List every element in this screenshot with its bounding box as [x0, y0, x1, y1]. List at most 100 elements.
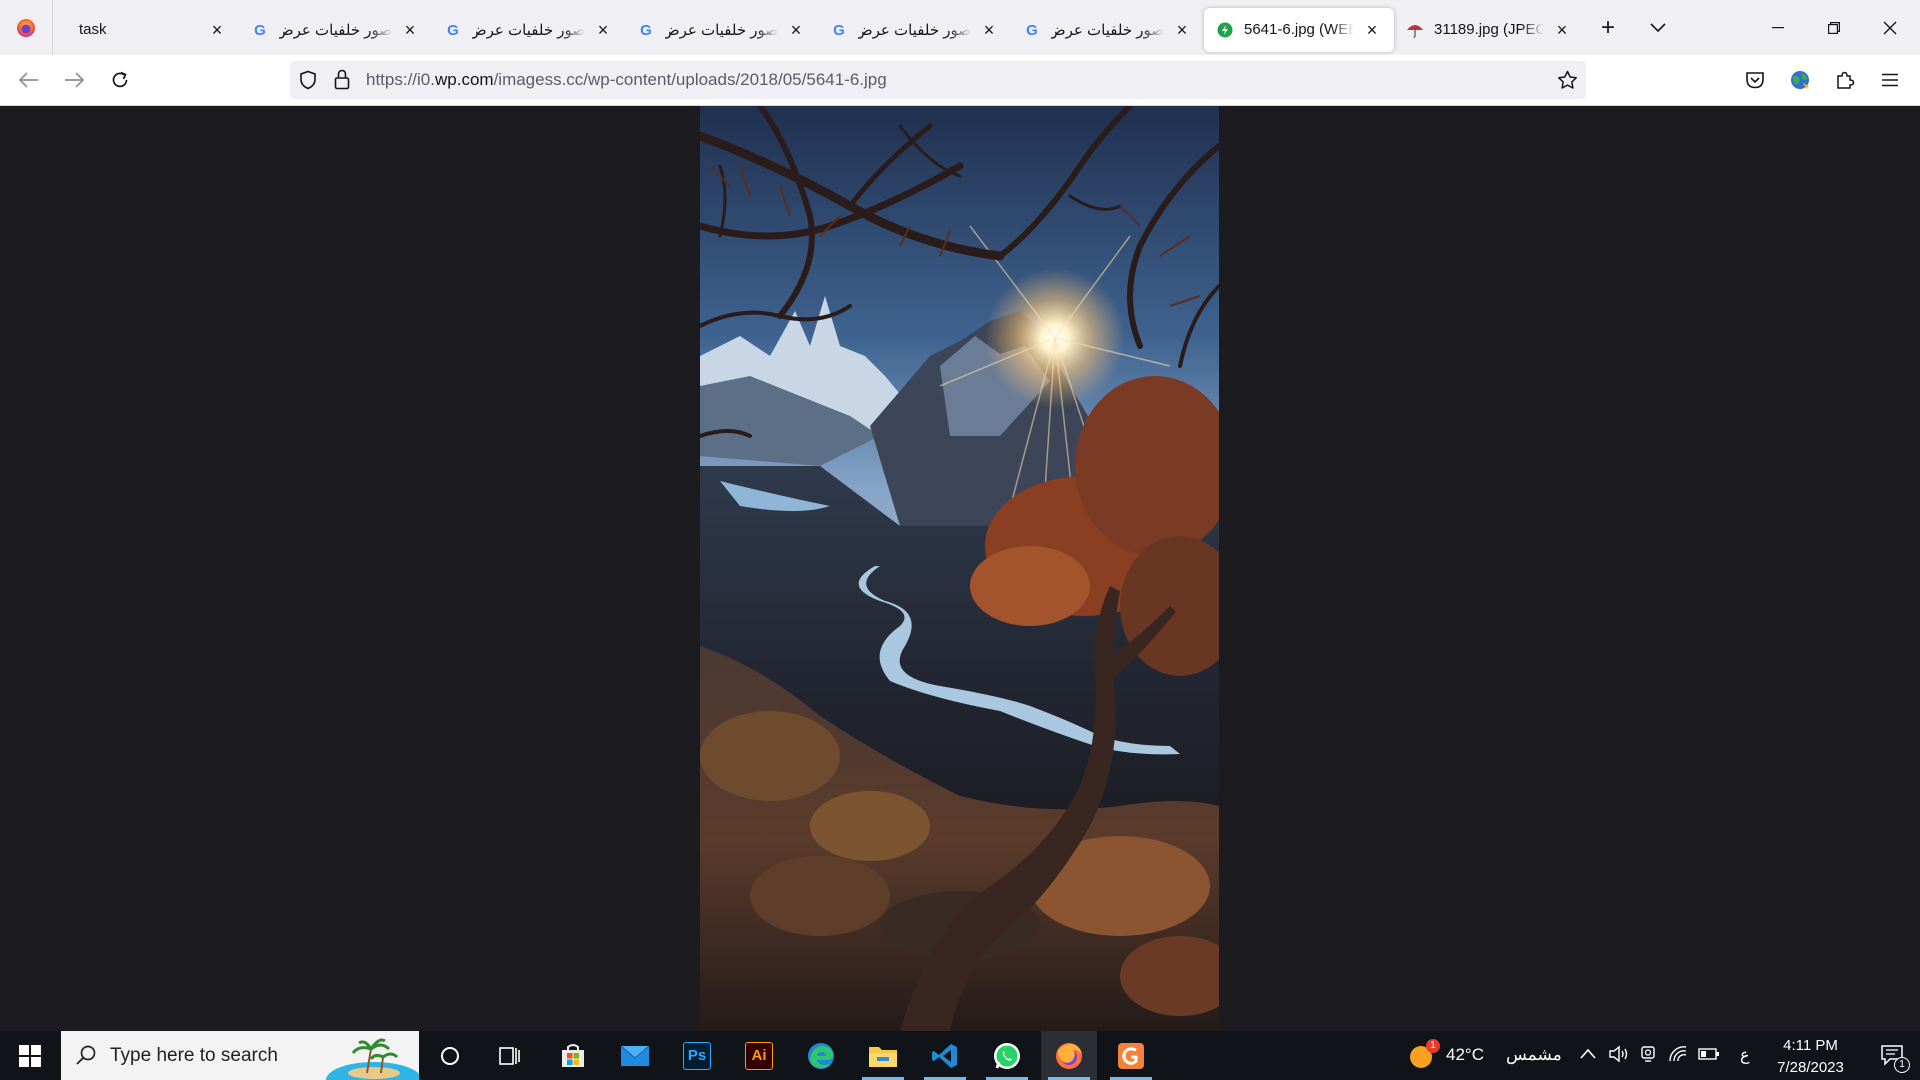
- vscode-icon: [932, 1043, 957, 1068]
- taskbar-illustrator[interactable]: Ai: [731, 1031, 787, 1080]
- tab-close-button[interactable]: ×: [1362, 20, 1382, 40]
- tab-task[interactable]: task ×: [53, 8, 239, 52]
- taskbar-clock[interactable]: 4:11 PM 7/28/2023: [1758, 1035, 1863, 1079]
- weather-widget[interactable]: 1 42°C مشمس: [1404, 1031, 1562, 1080]
- pocket-button[interactable]: [1738, 63, 1772, 97]
- reload-button[interactable]: [103, 63, 137, 97]
- microsoft-store-icon: [562, 1043, 584, 1067]
- minimize-button[interactable]: [1750, 0, 1806, 55]
- restore-icon: [1828, 21, 1840, 34]
- volume-button[interactable]: [1608, 1045, 1630, 1068]
- action-center-button[interactable]: 1: [1866, 1031, 1920, 1080]
- tab-close-button[interactable]: ×: [1172, 20, 1192, 40]
- pocket-icon: [1746, 72, 1764, 89]
- network-button[interactable]: [1668, 1045, 1688, 1068]
- url-path: /imagess.cc/wp-content/uploads/2018/05/5…: [493, 70, 887, 89]
- tab-close-button[interactable]: ×: [207, 20, 227, 40]
- firefox-menu-icon[interactable]: [0, 0, 53, 55]
- illustrator-icon: Ai: [745, 1041, 773, 1070]
- tab-strip: task × G صور خلفيات عرض × G صور خلفيات ع…: [0, 0, 1920, 55]
- tab-close-button[interactable]: ×: [593, 20, 613, 40]
- google-icon: G: [830, 21, 848, 39]
- cortana-button[interactable]: [422, 1031, 478, 1080]
- gcompris-icon: [1118, 1042, 1144, 1069]
- google-icon: G: [637, 21, 655, 39]
- tracking-protection-shield-icon[interactable]: [298, 70, 318, 95]
- back-arrow-icon: [19, 72, 38, 88]
- battery-button[interactable]: [1698, 1047, 1720, 1066]
- taskbar-microsoft-store[interactable]: [545, 1031, 601, 1080]
- tab-title: 5641-6.jpg (WEBP: [1244, 21, 1354, 38]
- webcam-icon: [1641, 1046, 1655, 1062]
- tab-close-button[interactable]: ×: [979, 20, 999, 40]
- tab-title: صور خلفيات عرض: [279, 21, 392, 39]
- forward-button[interactable]: [57, 63, 91, 97]
- tab-31189-image[interactable]: 31189.jpg (JPEG In ×: [1394, 8, 1584, 52]
- url-prefix: https://i0.: [366, 70, 435, 89]
- whatsapp-icon: [994, 1042, 1020, 1069]
- taskbar-vscode[interactable]: [917, 1031, 973, 1080]
- list-all-tabs-button[interactable]: [1638, 8, 1678, 48]
- taskbar-search-box[interactable]: Type here to search: [61, 1031, 422, 1080]
- extensions-button[interactable]: [1828, 63, 1862, 97]
- tab-google-search-1[interactable]: G صور خلفيات عرض ×: [239, 8, 432, 52]
- input-language-indicator[interactable]: ع: [1740, 1045, 1750, 1065]
- bookmark-star-icon[interactable]: [1557, 70, 1578, 95]
- google-icon: G: [1023, 21, 1041, 39]
- tab-close-button[interactable]: ×: [1552, 20, 1572, 40]
- start-button[interactable]: [0, 1031, 59, 1080]
- tab-title: صور خلفيات عرض: [472, 21, 585, 39]
- clock-date: 7/28/2023: [1777, 1059, 1844, 1076]
- taskbar-firefox[interactable]: [1041, 1031, 1097, 1080]
- taskbar-gcompris[interactable]: [1103, 1031, 1159, 1080]
- taskbar-mail[interactable]: [607, 1031, 663, 1080]
- search-icon: [75, 1044, 97, 1071]
- tab-title: task: [79, 21, 107, 38]
- address-bar[interactable]: https://i0.wp.com/imagess.cc/wp-content/…: [290, 61, 1586, 99]
- svg-text:G: G: [447, 22, 459, 38]
- notification-count-badge: 1: [1894, 1057, 1910, 1073]
- clock-time: 4:11 PM: [1783, 1037, 1838, 1054]
- tab-google-search-3[interactable]: G صور خلفيات عرض ×: [625, 8, 818, 52]
- taskbar-whatsapp[interactable]: [979, 1031, 1035, 1080]
- taskbar-file-explorer[interactable]: [855, 1031, 911, 1080]
- tab-google-search-5[interactable]: G صور خلفيات عرض ×: [1011, 8, 1204, 52]
- weather-alert-badge: 1: [1426, 1039, 1440, 1053]
- svg-text:G: G: [1026, 22, 1038, 38]
- lock-icon[interactable]: [334, 69, 350, 95]
- close-window-button[interactable]: [1862, 0, 1918, 55]
- tab-title: 31189.jpg (JPEG In: [1434, 21, 1544, 38]
- tab-google-search-4[interactable]: G صور خلفيات عرض ×: [818, 8, 1011, 52]
- taskbar-photoshop[interactable]: Ps: [669, 1031, 725, 1080]
- tab-title: صور خلفيات عرض: [1051, 21, 1164, 39]
- green-site-icon: [1216, 21, 1234, 39]
- extension-globe-button[interactable]: [1783, 63, 1817, 97]
- search-highlight-island-icon: [319, 1031, 422, 1080]
- new-tab-button[interactable]: +: [1588, 8, 1628, 48]
- camera-in-use-button[interactable]: [1639, 1045, 1657, 1068]
- forward-arrow-icon: [65, 72, 84, 88]
- restore-button[interactable]: [1806, 0, 1862, 55]
- taskbar-edge[interactable]: [793, 1031, 849, 1080]
- google-icon: G: [251, 21, 269, 39]
- show-hidden-icons-button[interactable]: [1580, 1047, 1596, 1065]
- tab-google-search-2[interactable]: G صور خلفيات عرض ×: [432, 8, 625, 52]
- tab-title: صور خلفيات عرض: [665, 21, 778, 39]
- hamburger-menu-icon: [1882, 73, 1898, 87]
- url-host: wp.com: [434, 70, 494, 89]
- task-view-button[interactable]: [482, 1031, 538, 1080]
- tab-close-button[interactable]: ×: [786, 20, 806, 40]
- displayed-image[interactable]: [700, 106, 1219, 1031]
- globe-extension-icon: [1791, 71, 1809, 89]
- photoshop-icon: Ps: [683, 1041, 711, 1070]
- tab-5641-image[interactable]: 5641-6.jpg (WEBP ×: [1204, 7, 1394, 52]
- back-button[interactable]: [12, 63, 46, 97]
- navigation-toolbar: https://i0.wp.com/imagess.cc/wp-content/…: [0, 55, 1920, 106]
- mail-icon: [620, 1045, 650, 1066]
- url-text[interactable]: https://i0.wp.com/imagess.cc/wp-content/…: [366, 70, 887, 90]
- image-viewer: [0, 106, 1920, 1031]
- app-menu-button[interactable]: [1873, 63, 1907, 97]
- minimize-icon: [1772, 26, 1784, 28]
- tab-close-button[interactable]: ×: [400, 20, 420, 40]
- speaker-icon: [1609, 1045, 1628, 1063]
